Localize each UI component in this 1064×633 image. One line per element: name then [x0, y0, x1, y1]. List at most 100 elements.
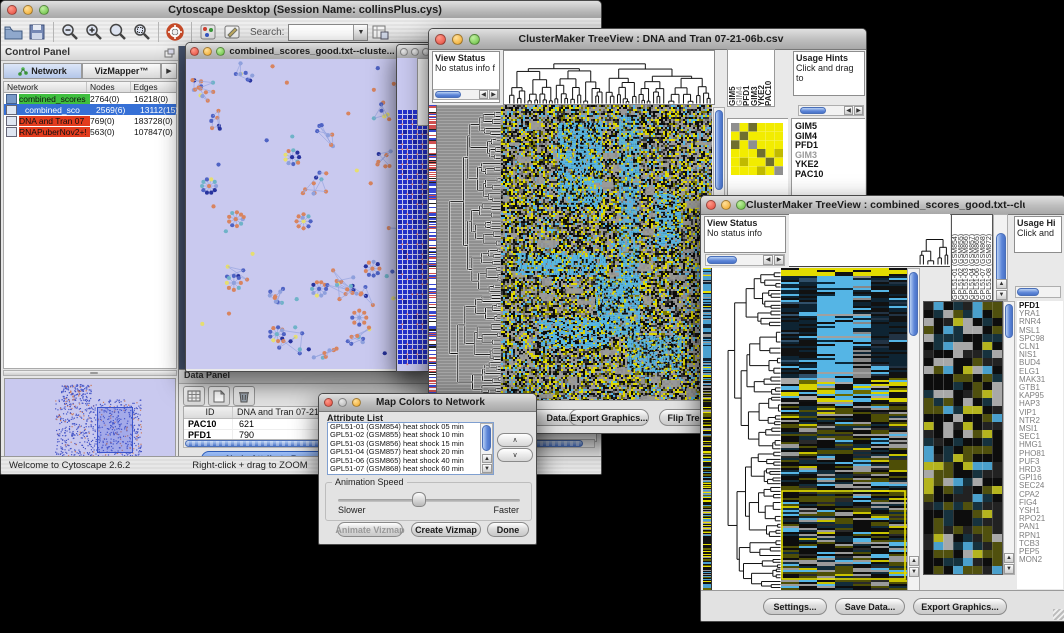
scroll-thumb[interactable]: [482, 425, 491, 451]
scroll-up-icon[interactable]: ▲: [482, 454, 492, 463]
panel-splitter[interactable]: [3, 370, 177, 376]
attribute-list-item[interactable]: GPL51-07 (GSM868) heat shock 60 min: [328, 465, 493, 473]
scroll-down-icon[interactable]: ▼: [482, 464, 492, 473]
zoom-vscrollbar[interactable]: ▲ ▼: [1003, 301, 1015, 575]
dialog-button[interactable]: Done: [487, 522, 529, 537]
scroll-left-icon[interactable]: ◀: [844, 106, 853, 115]
heatmap-canvas[interactable]: [781, 268, 907, 591]
scroll-right-icon[interactable]: ▶: [854, 106, 863, 115]
search-input[interactable]: ▼: [288, 24, 368, 41]
view-status-hscrollbar[interactable]: ◀ ▶: [705, 254, 785, 266]
minimize-button[interactable]: [721, 200, 731, 210]
row-dendrogram-canvas[interactable]: [711, 268, 781, 591]
tab-overflow-arrow[interactable]: ▶: [161, 63, 177, 79]
scroll-thumb[interactable]: [996, 233, 1006, 285]
close-button[interactable]: [400, 48, 408, 56]
row-dendrogram-canvas[interactable]: [437, 105, 501, 401]
scroll-up-icon[interactable]: ▲: [996, 279, 1007, 289]
zoom-heatmap-canvas[interactable]: [923, 301, 1003, 575]
array-label[interactable]: GIM3: [750, 50, 757, 106]
minimize-button[interactable]: [338, 398, 347, 407]
zoom-button[interactable]: [736, 200, 746, 210]
zoom-selected-icon[interactable]: [131, 21, 153, 43]
open-file-button[interactable]: [2, 21, 24, 43]
close-button[interactable]: [324, 398, 333, 407]
zoom-out-icon[interactable]: [59, 21, 81, 43]
array-label[interactable]: GPL51-03 (GSM856): [963, 215, 969, 300]
array-label[interactable]: GPL51-07 (GSM868): [980, 215, 986, 300]
tab-network[interactable]: Network: [3, 63, 82, 79]
network-row[interactable]: combined_scores 2764(0) 16218(0): [4, 93, 176, 104]
scroll-left-icon[interactable]: ◀: [479, 90, 488, 99]
treeview1-titlebar[interactable]: ClusterMaker TreeView : DNA and Tran 07-…: [429, 29, 866, 50]
column-dendrogram-canvas[interactable]: [503, 50, 715, 105]
minimize-button[interactable]: [23, 5, 33, 15]
help-icon[interactable]: [164, 21, 186, 43]
minimize-button[interactable]: [452, 34, 463, 45]
scroll-thumb[interactable]: [1017, 288, 1039, 296]
dialog-button[interactable]: Animate Vizmap: [337, 522, 403, 537]
dropdown-icon[interactable]: ▼: [353, 25, 367, 40]
tab-vizmapper[interactable]: VizMapper™: [82, 63, 161, 79]
scroll-right-icon[interactable]: ▶: [489, 90, 498, 99]
treeview2-button[interactable]: Save Data...: [835, 598, 905, 615]
heatmap-vscrollbar[interactable]: ▲ ▼: [907, 268, 920, 591]
resize-grip[interactable]: [1053, 609, 1064, 620]
scroll-up-icon[interactable]: ▲: [1004, 553, 1014, 563]
row-dendrogram-panel[interactable]: [436, 105, 501, 401]
network-row[interactable]: RNAPuberNov2+! 563(0) 107847(0): [4, 126, 176, 137]
speed-slider-thumb[interactable]: [412, 492, 426, 507]
array-label[interactable]: PFD1: [742, 50, 749, 106]
annotation-icon[interactable]: [221, 21, 243, 43]
close-button[interactable]: [190, 47, 199, 56]
close-button[interactable]: [706, 200, 716, 210]
minimize-button[interactable]: [203, 47, 212, 56]
speed-slider-track[interactable]: [338, 499, 520, 502]
select-attributes-icon[interactable]: [183, 386, 205, 406]
zoom-in-icon[interactable]: [83, 21, 105, 43]
scroll-thumb[interactable]: [715, 110, 723, 190]
scroll-down-icon[interactable]: ▼: [996, 290, 1007, 300]
hints-hscrollbar[interactable]: ◀ ▶: [798, 105, 864, 116]
dialog-button[interactable]: Create Vizmap: [411, 522, 481, 537]
zoom-button[interactable]: [39, 5, 49, 15]
scroll-up-icon[interactable]: ▲: [909, 556, 919, 566]
save-button[interactable]: [26, 21, 48, 43]
move-up-button[interactable]: ∧: [497, 433, 533, 447]
array-label[interactable]: GPL51-01 (GSM854): [952, 215, 958, 300]
column-dendrogram-canvas[interactable]: [789, 214, 950, 267]
cytoscape-titlebar[interactable]: Cytoscape Desktop (Session Name: collins…: [1, 1, 601, 19]
search-options-icon[interactable]: [369, 21, 391, 43]
viewport-rectangle[interactable]: [97, 407, 133, 453]
scroll-right-icon[interactable]: ▶: [774, 255, 784, 265]
move-down-button[interactable]: ∨: [497, 448, 533, 462]
scroll-thumb[interactable]: [909, 272, 918, 336]
gene-label[interactable]: PAC10: [795, 170, 865, 180]
hints-hscrollbar[interactable]: [1015, 286, 1061, 298]
scroll-thumb[interactable]: [800, 107, 826, 114]
new-attribute-icon[interactable]: [208, 386, 230, 406]
scroll-down-icon[interactable]: ▼: [1004, 564, 1014, 574]
treeview1-button[interactable]: Export Graphics...: [569, 409, 649, 426]
zoom-button[interactable]: [469, 34, 480, 45]
treeview2-button[interactable]: Settings...: [763, 598, 827, 615]
network-row[interactable]: DNA and Tran 07 769(0) 183728(0): [4, 115, 176, 126]
scroll-thumb[interactable]: [1005, 304, 1013, 338]
zoom-button[interactable]: [216, 47, 225, 56]
minimize-button[interactable]: [411, 48, 419, 56]
array-label[interactable]: PAC10: [764, 50, 771, 106]
vizmapper-icon[interactable]: [197, 21, 219, 43]
scroll-thumb[interactable]: [707, 256, 737, 264]
dialog-titlebar[interactable]: Map Colors to Network: [319, 394, 536, 412]
delete-attribute-icon[interactable]: [233, 386, 255, 406]
view-status-hscrollbar[interactable]: ◀ ▶: [433, 89, 499, 100]
network-row[interactable]: combined_sco 2569(6) 13112(15): [4, 104, 176, 115]
array-label[interactable]: GPL51-08 (GSM872): [986, 215, 992, 300]
zoom-button[interactable]: [352, 398, 361, 407]
scroll-thumb[interactable]: [435, 91, 461, 98]
heatmap-canvas[interactable]: [501, 105, 712, 401]
scroll-down-icon[interactable]: ▼: [909, 567, 919, 577]
close-button[interactable]: [7, 5, 17, 15]
float-panel-icon[interactable]: [164, 48, 175, 61]
network-canvas[interactable]: [186, 59, 431, 369]
